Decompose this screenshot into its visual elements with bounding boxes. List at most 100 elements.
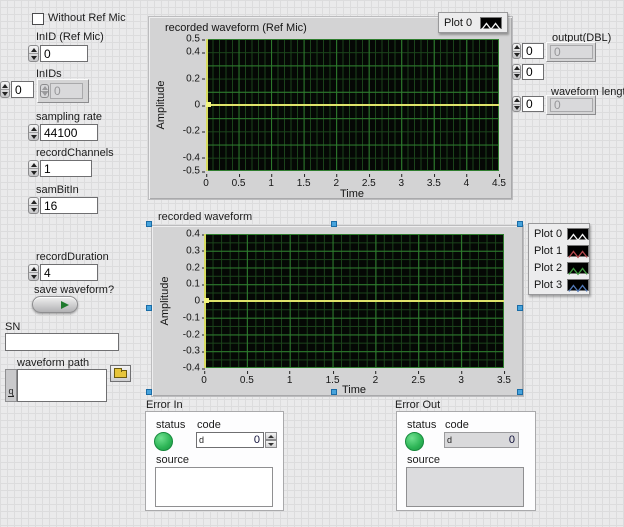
increment-decrement-icon[interactable] (512, 64, 521, 80)
code-spinner[interactable] (265, 432, 277, 448)
source-label: source (156, 454, 189, 466)
legend-item[interactable]: Plot 0 (440, 14, 506, 31)
plot-legend[interactable]: Plot 0 (438, 12, 508, 33)
selection-handle[interactable] (146, 305, 152, 311)
source-field[interactable] (155, 467, 273, 507)
legend-item[interactable]: Plot 1 (530, 242, 588, 259)
inids-input[interactable]: 0 (11, 81, 34, 98)
waveform-icon (567, 262, 589, 274)
selection-handle[interactable] (146, 389, 152, 395)
waveform-length-indicator: 0 (546, 95, 596, 115)
plot-area[interactable] (204, 234, 504, 368)
tick-label: 2 (373, 375, 379, 386)
status-led-icon[interactable] (154, 432, 173, 451)
increment-decrement-icon[interactable] (28, 124, 39, 141)
waveform-length-control: 0 (512, 96, 544, 112)
origin-marker (204, 298, 209, 303)
waveform-length-input[interactable]: 0 (522, 96, 544, 112)
plot-area[interactable] (206, 39, 499, 171)
plot-legend[interactable]: Plot 0 Plot 1 Plot 2Plot 3 (528, 223, 590, 295)
output-dbl-input-top[interactable]: 0 (522, 43, 544, 59)
increment-decrement-icon[interactable] (512, 43, 521, 59)
error-out-title: Error Out (395, 399, 440, 411)
x-axis-label: Time (342, 384, 366, 396)
browse-button[interactable] (110, 365, 131, 382)
inid-input[interactable]: 0 (40, 45, 88, 62)
tick-label: 1.5 (326, 375, 340, 386)
code-field[interactable]: d 0 (196, 432, 264, 448)
save-waveform-label: save waveform? (34, 284, 114, 296)
output-dbl-input-bottom[interactable]: 0 (522, 64, 544, 80)
save-waveform-button[interactable] (32, 296, 78, 313)
tick-label: 0.5 (232, 178, 246, 189)
selection-handle[interactable] (517, 389, 523, 395)
tick-label: 3 (458, 375, 464, 386)
inid-control: 0 (28, 45, 88, 62)
error-in-title: Error In (146, 399, 183, 411)
increment-decrement-icon (40, 84, 49, 98)
folder-icon (114, 370, 127, 378)
increment-decrement-icon[interactable] (28, 197, 39, 214)
tick-label: 0.5 (186, 34, 200, 45)
selection-handle[interactable] (331, 221, 337, 227)
tick-label: 0 (194, 296, 200, 307)
x-axis-scale[interactable]: 00.511.522.533.544.5 (206, 175, 499, 187)
code-label: code (445, 419, 469, 431)
inids-mirror-indicator: 0 (37, 79, 89, 103)
tick-label: 4.5 (492, 178, 506, 189)
inids-control: 0 (0, 81, 34, 98)
tick-label: 0.5 (240, 375, 254, 386)
tick-label: 0.4 (186, 229, 200, 240)
record-duration-control: 4 (28, 264, 98, 281)
output-dbl-indicator-value: 0 (550, 45, 593, 59)
increment-decrement-icon[interactable] (28, 160, 39, 177)
y-axis-scale[interactable]: 0.50.40.20-0.2-0.4-0.5 (174, 39, 202, 171)
sn-label: SN (5, 321, 20, 333)
tick-label: 2.5 (411, 375, 425, 386)
spin-down-icon[interactable] (265, 440, 277, 448)
sampling-rate-input[interactable]: 44100 (40, 124, 98, 141)
without-ref-mic-checkbox[interactable] (32, 13, 44, 25)
source-indicator (406, 467, 524, 507)
x-axis-label: Time (340, 188, 364, 200)
source-label: source (407, 454, 440, 466)
legend-item[interactable]: Plot 0 (530, 225, 588, 242)
inid-label: InID (Ref Mic) (36, 31, 104, 43)
error-in-cluster: status code d 0 source (145, 411, 284, 511)
increment-decrement-icon[interactable] (28, 45, 39, 62)
waveform-icon (567, 245, 589, 257)
legend-label: Plot 0 (534, 228, 562, 240)
spin-up-icon[interactable] (265, 432, 277, 440)
waveform-length-indicator-value: 0 (550, 98, 593, 112)
selection-handle[interactable] (517, 221, 523, 227)
error-out-cluster: status code d 0 source (396, 411, 536, 511)
graph-title: recorded waveform (Ref Mic) (165, 22, 307, 34)
legend-item[interactable]: Plot 2 (530, 259, 588, 276)
record-duration-input[interactable]: 4 (40, 264, 98, 281)
tick-label: -0.5 (183, 166, 200, 177)
legend-label: Plot 1 (534, 245, 562, 257)
increment-decrement-icon[interactable] (0, 81, 10, 98)
sam-bit-in-control: 16 (28, 197, 98, 214)
status-led-icon (405, 432, 424, 451)
selection-handle[interactable] (517, 305, 523, 311)
waveform-graph-ref-mic: recorded waveform (Ref Mic) Amplitude 0.… (148, 16, 513, 200)
selection-handle[interactable] (146, 221, 152, 227)
tick-label: 0.2 (186, 262, 200, 273)
waveform-path-input[interactable] (17, 369, 107, 402)
sam-bit-in-input[interactable]: 16 (40, 197, 98, 214)
tick-label: 1.5 (297, 178, 311, 189)
waveform-icon (567, 228, 589, 240)
y-axis-scale[interactable]: 0.40.30.20.10-0.1-0.2-0.3-0.4 (174, 234, 202, 368)
increment-decrement-icon[interactable] (28, 264, 39, 281)
legend-item[interactable]: Plot 3 (530, 276, 588, 293)
tick-label: 0.4 (186, 47, 200, 58)
sn-input[interactable] (5, 333, 119, 351)
record-channels-input[interactable]: 1 (40, 160, 92, 177)
y-axis-label: Amplitude (155, 81, 167, 130)
path-icon: ɋ (8, 387, 13, 397)
x-axis-scale[interactable]: 00.511.522.533.5 (204, 372, 504, 384)
selection-handle[interactable] (331, 389, 337, 395)
tick-label: 0.2 (186, 73, 200, 84)
increment-decrement-icon[interactable] (512, 96, 521, 112)
